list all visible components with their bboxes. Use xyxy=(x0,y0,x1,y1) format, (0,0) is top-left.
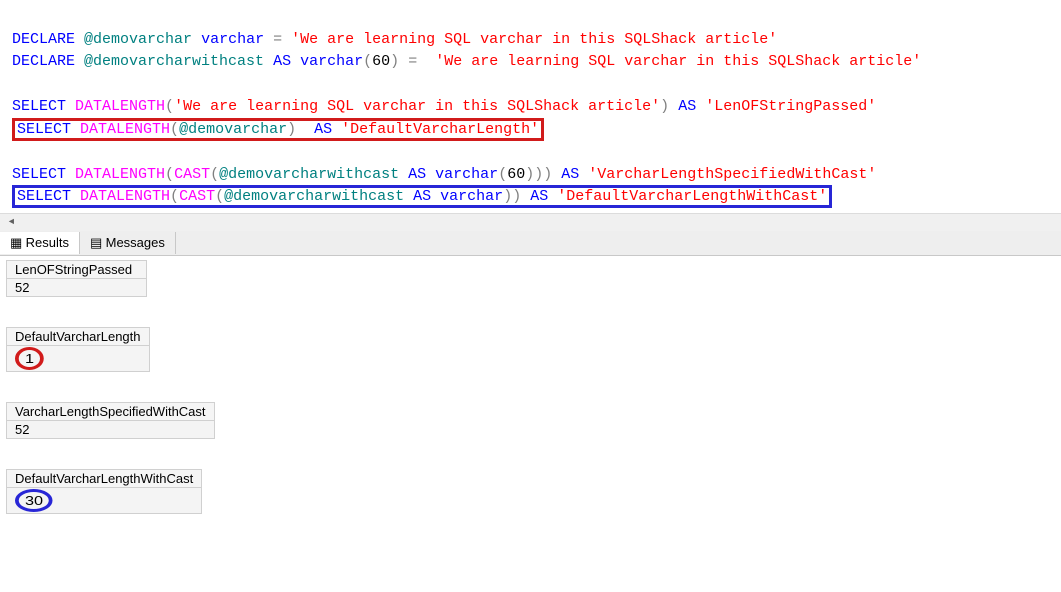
result-block-2: DefaultVarcharLength 1 xyxy=(6,327,1055,372)
highlight-box-red: SELECT DATALENGTH(@demovarchar) AS 'Defa… xyxy=(12,118,544,141)
result-block-4: DefaultVarcharLengthWithCast 30 xyxy=(6,469,1055,514)
tab-label: Messages xyxy=(106,235,165,250)
variable: @demovarcharwithcast xyxy=(224,188,404,205)
scroll-left-arrow-icon[interactable]: ◄ xyxy=(3,214,20,230)
keyword-select: SELECT xyxy=(17,188,71,205)
result-grid[interactable]: DefaultVarcharLength 1 xyxy=(6,327,150,372)
alias: 'DefaultVarcharLength' xyxy=(341,121,539,138)
type-varchar: varchar xyxy=(300,53,363,70)
alias: 'DefaultVarcharLengthWithCast' xyxy=(557,188,827,205)
function-cast: CAST xyxy=(174,166,210,183)
keyword-declare: DECLARE xyxy=(12,31,75,48)
tab-results[interactable]: ▦ Results xyxy=(0,232,80,254)
keyword-as: AS xyxy=(408,166,426,183)
code-line: DECLARE @demovarcharwithcast AS varchar(… xyxy=(12,51,921,74)
alias: 'VarcharLengthSpecifiedWithCast' xyxy=(588,166,876,183)
cell-value[interactable]: 1 xyxy=(7,345,150,371)
editor-horizontal-scrollbar[interactable]: ◄ xyxy=(0,213,1061,231)
string-literal: 'We are learning SQL varchar in this SQL… xyxy=(435,53,921,70)
number-literal: 60 xyxy=(372,53,390,70)
function-datalength: DATALENGTH xyxy=(80,188,170,205)
highlight-box-blue: SELECT DATALENGTH(CAST(@demovarcharwithc… xyxy=(12,185,832,208)
results-pane: LenOFStringPassed 52 DefaultVarcharLengt… xyxy=(0,256,1061,514)
highlight-circle-blue: 30 xyxy=(15,489,53,512)
string-literal: 'We are learning SQL varchar in this SQL… xyxy=(174,98,660,115)
code-line: SELECT DATALENGTH('We are learning SQL v… xyxy=(12,96,876,119)
cell-value[interactable]: 30 xyxy=(7,487,202,513)
cell-value[interactable]: 52 xyxy=(7,420,215,438)
column-header[interactable]: VarcharLengthSpecifiedWithCast xyxy=(7,402,215,420)
column-header[interactable]: LenOFStringPassed xyxy=(7,260,147,278)
keyword-as: AS xyxy=(561,166,579,183)
number-literal: 60 xyxy=(507,166,525,183)
function-datalength: DATALENGTH xyxy=(80,121,170,138)
highlight-circle-red: 1 xyxy=(15,347,44,370)
code-line: SELECT DATALENGTH(CAST(@demovarcharwithc… xyxy=(12,164,876,187)
keyword-as: AS xyxy=(413,188,431,205)
result-grid[interactable]: VarcharLengthSpecifiedWithCast 52 xyxy=(6,402,215,439)
tab-label: Results xyxy=(26,235,69,250)
keyword-select: SELECT xyxy=(17,121,71,138)
keyword-as: AS xyxy=(678,98,696,115)
type-varchar: varchar xyxy=(201,31,264,48)
variable: @demovarchar xyxy=(179,121,287,138)
function-datalength: DATALENGTH xyxy=(75,166,165,183)
type-varchar: varchar xyxy=(440,188,503,205)
keyword-as: AS xyxy=(530,188,548,205)
result-block-1: LenOFStringPassed 52 xyxy=(6,260,1055,297)
column-header[interactable]: DefaultVarcharLengthWithCast xyxy=(7,469,202,487)
result-block-3: VarcharLengthSpecifiedWithCast 52 xyxy=(6,402,1055,439)
keyword-as: AS xyxy=(273,53,291,70)
cell-text: 30 xyxy=(25,493,43,508)
sql-editor[interactable]: DECLARE @demovarchar varchar = 'We are l… xyxy=(0,0,1061,213)
column-header[interactable]: DefaultVarcharLength xyxy=(7,327,150,345)
result-grid[interactable]: LenOFStringPassed 52 xyxy=(6,260,147,297)
keyword-select: SELECT xyxy=(12,166,66,183)
messages-icon: ▤ xyxy=(90,235,102,251)
variable: @demovarchar xyxy=(84,31,192,48)
function-datalength: DATALENGTH xyxy=(75,98,165,115)
keyword-select: SELECT xyxy=(12,98,66,115)
keyword-as: AS xyxy=(314,121,332,138)
tab-messages[interactable]: ▤ Messages xyxy=(80,232,176,254)
variable: @demovarcharwithcast xyxy=(84,53,264,70)
grid-icon: ▦ xyxy=(10,235,22,251)
type-varchar: varchar xyxy=(435,166,498,183)
cell-value[interactable]: 52 xyxy=(7,278,147,296)
string-literal: 'We are learning SQL varchar in this SQL… xyxy=(291,31,777,48)
keyword-declare: DECLARE xyxy=(12,53,75,70)
cell-text: 1 xyxy=(25,351,34,366)
result-grid[interactable]: DefaultVarcharLengthWithCast 30 xyxy=(6,469,202,514)
variable: @demovarcharwithcast xyxy=(219,166,399,183)
results-tabs: ▦ Results ▤ Messages xyxy=(0,231,1061,256)
function-cast: CAST xyxy=(179,188,215,205)
code-line: DECLARE @demovarchar varchar = 'We are l… xyxy=(12,29,777,52)
alias: 'LenOFStringPassed' xyxy=(705,98,876,115)
